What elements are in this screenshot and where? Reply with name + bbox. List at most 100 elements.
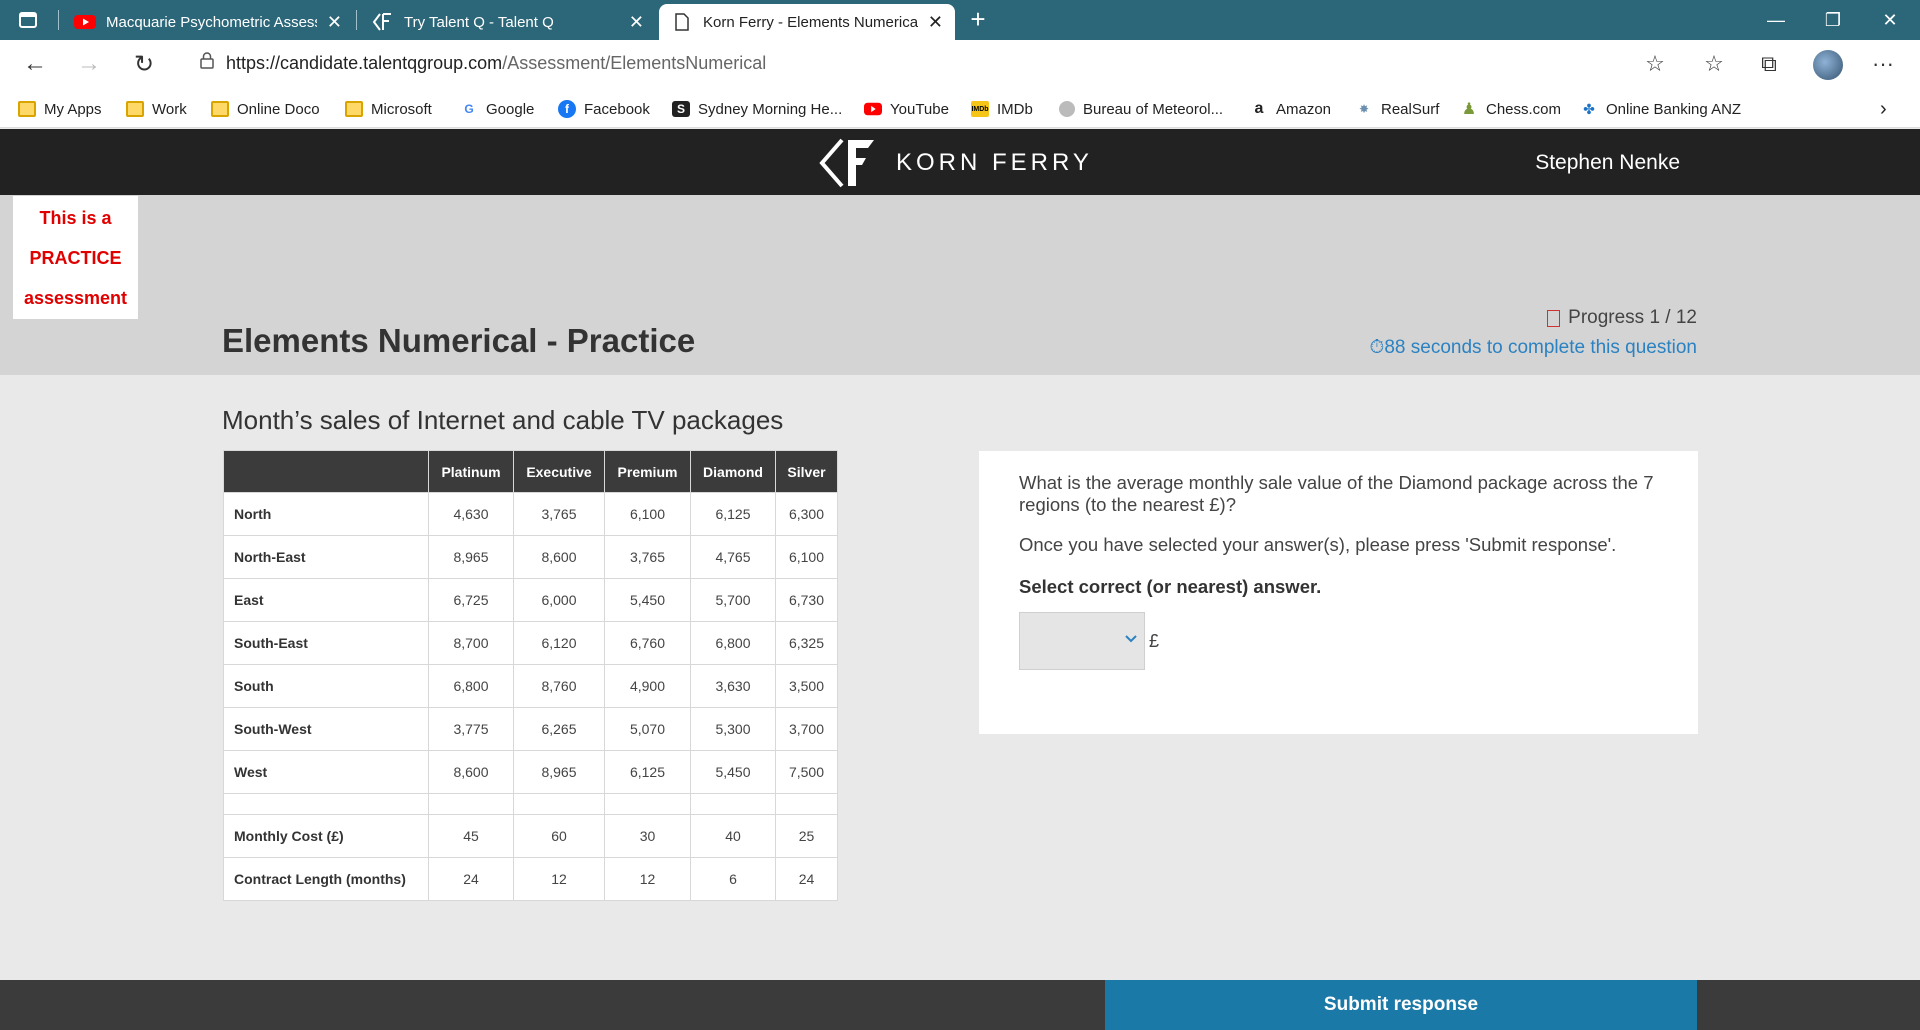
timer-text: 88 seconds to complete this question <box>1384 337 1697 358</box>
bookmark-work[interactable]: Work <box>126 98 187 120</box>
spacer-row <box>223 793 838 815</box>
facebook-icon: f <box>558 100 576 118</box>
bookmark-microsoft[interactable]: Microsoft <box>345 98 432 120</box>
table-row: South-East 8,700 6,120 6,760 6,800 6,325 <box>223 621 838 665</box>
submit-response-button[interactable]: Submit response <box>1105 980 1697 1030</box>
table-cell: 3,765 <box>604 535 691 579</box>
bookmark-smh[interactable]: S Sydney Morning He... <box>672 98 842 120</box>
youtube-icon <box>864 101 882 117</box>
tab-kornferry-active[interactable]: Korn Ferry - Elements Numerical ✕ <box>659 4 955 40</box>
table-cell: 6,800 <box>690 621 776 665</box>
table-header-row: Platinum Executive Premium Diamond Silve… <box>223 450 838 493</box>
instruction-text: Once you have selected your answer(s), p… <box>1019 534 1617 555</box>
more-bookmarks-icon[interactable]: › <box>1880 98 1887 120</box>
bookmark-chess[interactable]: ♟ Chess.com <box>1460 98 1561 120</box>
user-name[interactable]: Stephen Nenke <box>1535 151 1680 175</box>
reload-icon[interactable]: ↻ <box>127 48 161 80</box>
progress-text: Progress 1 / 12 <box>1568 307 1697 328</box>
spacer-cell <box>604 793 691 815</box>
back-icon[interactable]: ← <box>18 48 52 80</box>
table-cell: 3,500 <box>775 664 838 708</box>
bookmark-online-doco[interactable]: Online Doco <box>211 98 320 120</box>
table-cell: 60 <box>513 814 605 858</box>
favorites-icon[interactable]: ☆ <box>1697 48 1731 80</box>
bookmark-label: Work <box>152 100 187 118</box>
url-text: https://candidate.talentqgroup.com/Asses… <box>226 53 766 74</box>
bookmark-label: Facebook <box>584 100 650 118</box>
row-label: Monthly Cost (£) <box>223 814 429 858</box>
answer-dropdown[interactable] <box>1019 612 1145 670</box>
chevron-down-icon <box>1124 631 1138 647</box>
progress-indicator: Progress 1 / 12 <box>1547 307 1697 329</box>
more-menu-icon[interactable]: ··· <box>1866 48 1900 80</box>
table-cell: 12 <box>513 857 605 901</box>
column-header: Executive <box>513 450 605 493</box>
tab-talentq[interactable]: Try Talent Q - Talent Q ✕ <box>360 4 656 40</box>
bookmark-label: Sydney Morning He... <box>698 100 843 118</box>
minimize-icon[interactable]: — <box>1748 0 1804 40</box>
table-cell: 4,900 <box>604 664 691 708</box>
close-icon[interactable]: ✕ <box>928 12 943 33</box>
bookmark-bom[interactable]: Bureau of Meteorol... <box>1059 98 1223 120</box>
spacer-cell <box>428 793 514 815</box>
url-path: /Assessment/ElementsNumerical <box>502 52 767 73</box>
table-cell: 40 <box>690 814 776 858</box>
bom-icon <box>1059 101 1075 117</box>
row-label: East <box>223 578 429 622</box>
stopwatch-icon: ⏱ <box>1369 337 1385 358</box>
table-cell: 45 <box>428 814 514 858</box>
bookmark-my-apps[interactable]: My Apps <box>18 98 102 120</box>
table-cell: 3,765 <box>513 492 605 536</box>
kornferry-logo-mark <box>819 138 874 188</box>
bookmark-anz[interactable]: ✤ Online Banking ANZ <box>1580 98 1741 120</box>
close-icon[interactable]: ✕ <box>327 12 342 33</box>
table-cell: 8,600 <box>513 535 605 579</box>
tab-actions-icon[interactable] <box>8 7 48 33</box>
google-icon: G <box>464 102 474 116</box>
table-cell: 6,300 <box>775 492 838 536</box>
realsurf-icon: ✸ <box>1358 102 1370 116</box>
table-row: East 6,725 6,000 5,450 5,700 6,730 <box>223 578 838 622</box>
url-host: https://candidate.talentqgroup.com <box>226 52 503 73</box>
table-cell: 5,300 <box>690 707 776 751</box>
collections-icon[interactable]: ⧉ <box>1752 48 1786 80</box>
close-icon[interactable]: ✕ <box>629 12 644 33</box>
chess-icon: ♟ <box>1461 101 1477 118</box>
tab-macquarie[interactable]: Macquarie Psychometric Assessm ✕ <box>62 4 354 40</box>
table-row: Monthly Cost (£) 45 60 30 40 25 <box>223 814 838 858</box>
bookmark-google[interactable]: G Google <box>460 98 534 120</box>
table-cell: 6,800 <box>428 664 514 708</box>
table-cell: 6,100 <box>775 535 838 579</box>
add-favorite-icon[interactable]: ☆ <box>1638 48 1672 80</box>
table-row: Contract Length (months) 24 12 12 6 24 <box>223 857 838 901</box>
table-cell: 6 <box>690 857 776 901</box>
row-label: North-East <box>223 535 429 579</box>
window-close-icon[interactable]: ✕ <box>1862 0 1918 40</box>
bookmark-realsurf[interactable]: ✸ RealSurf <box>1355 98 1439 120</box>
bookmark-imdb[interactable]: IMDb IMDb <box>971 98 1033 120</box>
bookmark-label: Online Banking ANZ <box>1606 100 1742 118</box>
table-cell: 8,600 <box>428 750 514 794</box>
restore-icon[interactable]: ❐ <box>1805 0 1861 40</box>
progress-icon <box>1547 309 1561 327</box>
new-tab-button[interactable]: + <box>962 4 994 36</box>
url-field[interactable]: https://candidate.talentqgroup.com/Asses… <box>180 45 1680 81</box>
kornferry-logo[interactable]: KORN FERRY <box>818 138 1093 188</box>
bookmark-amazon[interactable]: a Amazon <box>1250 98 1331 120</box>
practice-notice: This is a PRACTICE assessment <box>13 196 138 319</box>
bookmark-label: Bureau of Meteorol... <box>1083 100 1224 118</box>
folder-icon <box>345 101 363 117</box>
bookmarks-bar: My Apps Work Online Doco Microsoft G Goog… <box>0 88 1920 128</box>
column-header: Silver <box>775 450 838 493</box>
table-cell: 25 <box>775 814 838 858</box>
forward-icon[interactable]: → <box>72 48 106 80</box>
table-row: North-East 8,965 8,600 3,765 4,765 6,100 <box>223 535 838 579</box>
bookmark-youtube[interactable]: YouTube <box>864 98 949 120</box>
profile-avatar[interactable] <box>1813 50 1843 80</box>
table-cell: 6,000 <box>513 578 605 622</box>
folder-icon <box>211 101 229 117</box>
column-header: Platinum <box>428 450 514 493</box>
bookmark-facebook[interactable]: f Facebook <box>558 98 650 120</box>
anz-icon: ✤ <box>1583 100 1595 117</box>
select-label: Select correct (or nearest) answer. <box>1019 576 1322 597</box>
